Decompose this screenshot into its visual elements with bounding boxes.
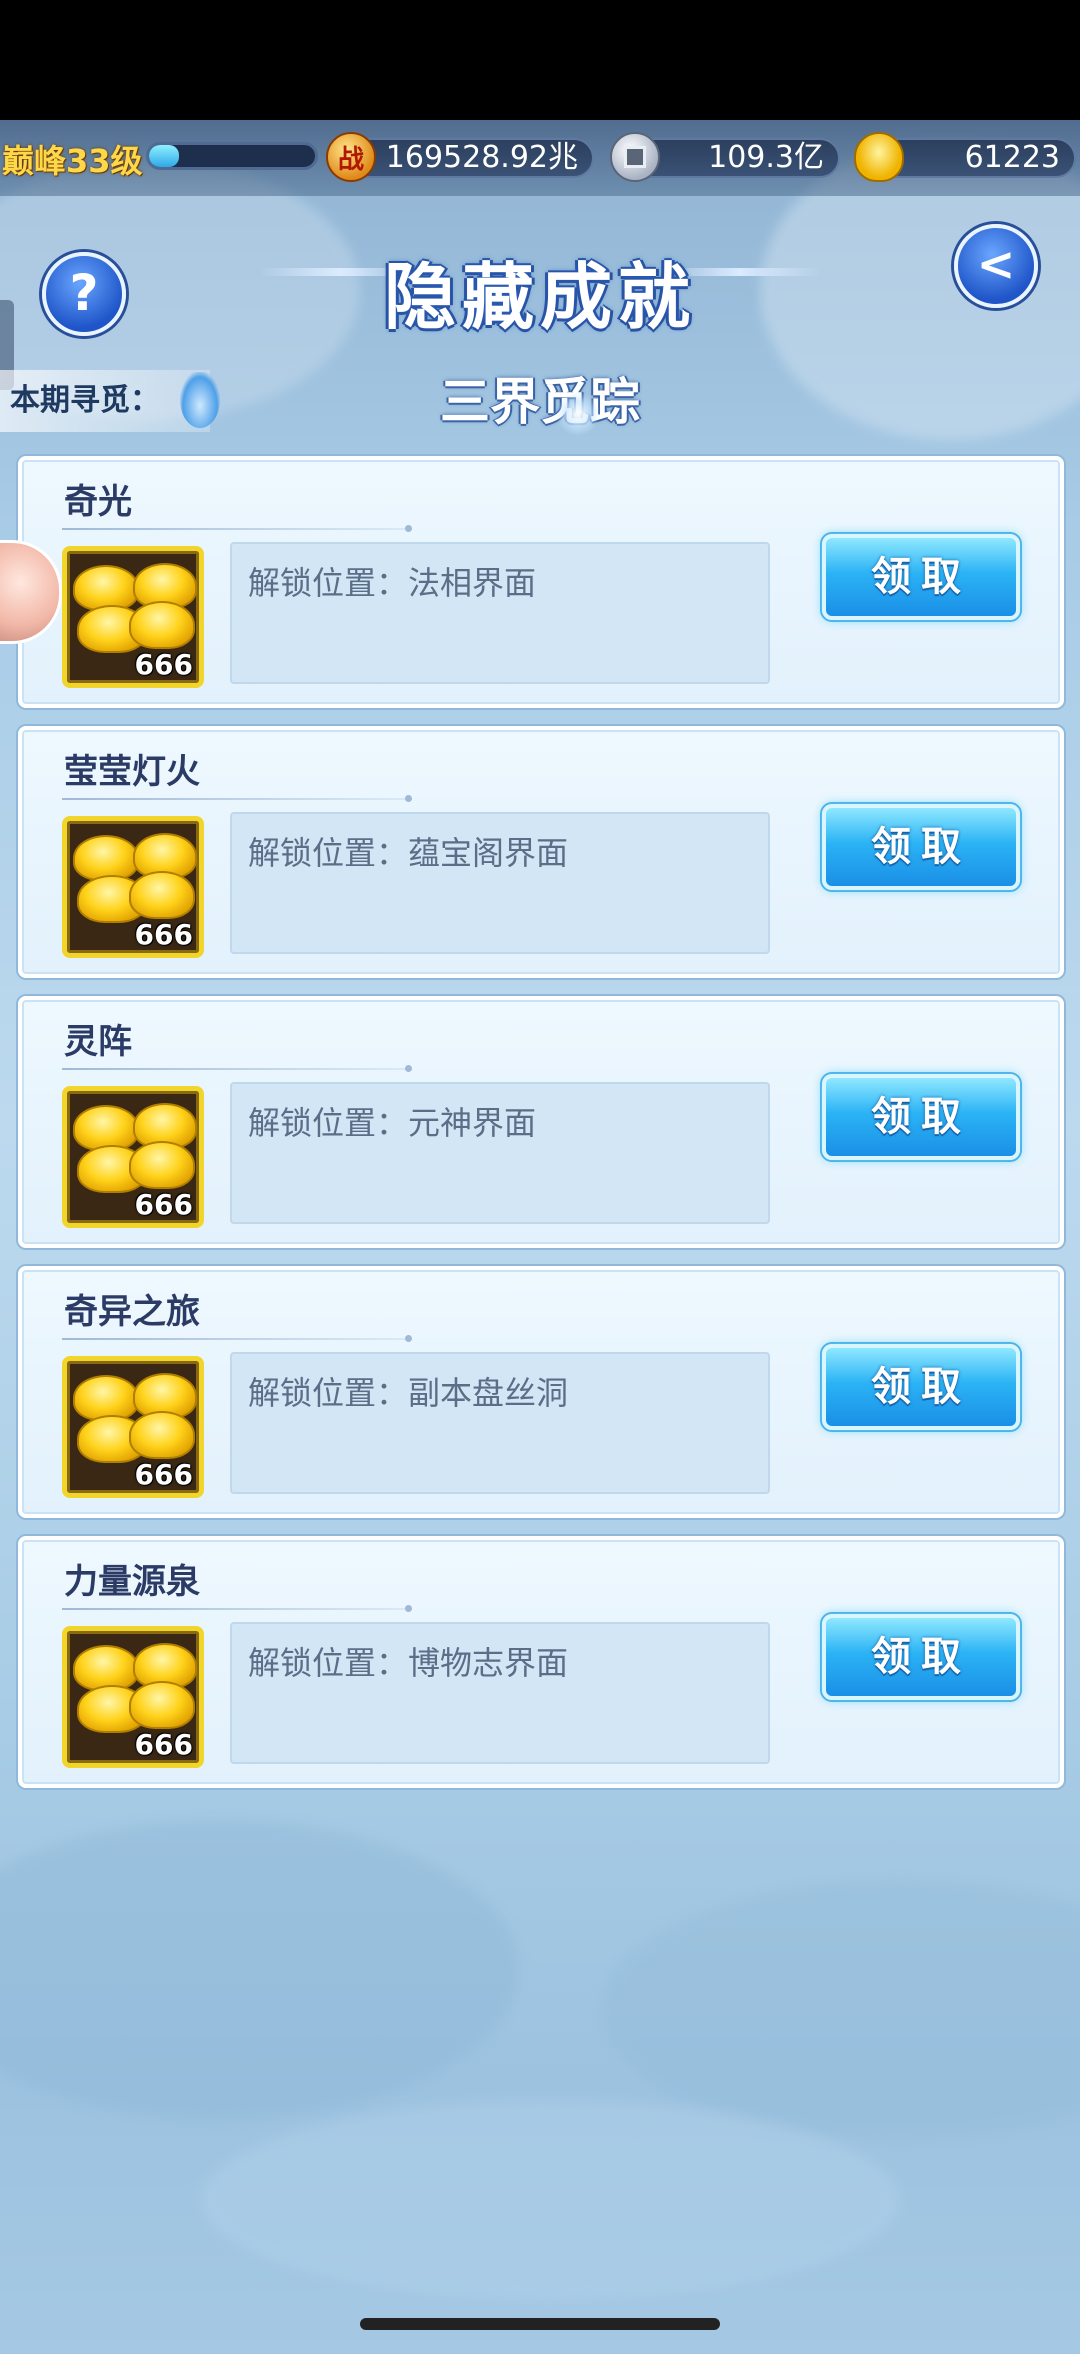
title-divider (62, 1065, 412, 1072)
ingot-shape (73, 1645, 139, 1691)
achievement-title: 奇光 (64, 482, 132, 522)
ingot-shape (129, 1681, 195, 1729)
gold-ingot-reward-icon[interactable]: 666 (62, 1356, 204, 1498)
experience-fill (149, 145, 179, 167)
silver-value: 109.3亿 (708, 140, 824, 175)
glow-sparkle (556, 392, 600, 436)
claim-button[interactable]: 领取 (822, 534, 1020, 620)
period-name: 三界觅踪 (440, 373, 640, 431)
title-divider (62, 525, 412, 532)
gold-ingot-reward-icon[interactable]: 666 (62, 1626, 204, 1768)
unlock-location: 解锁位置：蕴宝阁界面 (230, 812, 770, 954)
ingot-shape (129, 601, 195, 649)
reward-count: 666 (134, 648, 193, 681)
unlock-location: 解锁位置：元神界面 (230, 1082, 770, 1224)
claim-button[interactable]: 领取 (822, 1344, 1020, 1430)
battle-power-icon: 战 (326, 132, 376, 182)
achievement-title: 莹莹灯火 (64, 752, 200, 792)
battle-power-value: 169528.92兆 (385, 140, 578, 175)
ingot-shape (73, 1105, 139, 1151)
achievement-title: 力量源泉 (64, 1562, 200, 1602)
home-indicator[interactable] (360, 2318, 720, 2330)
back-arrow-icon: < (976, 237, 1016, 291)
unlock-location: 解锁位置：法相界面 (230, 542, 770, 684)
unlock-location: 解锁位置：副本盘丝洞 (230, 1352, 770, 1494)
gold-ingot-reward-icon[interactable]: 666 (62, 816, 204, 958)
ingot-shape (129, 1141, 195, 1189)
reward-count: 666 (134, 1188, 193, 1221)
battle-icon-glyph: 战 (337, 144, 364, 175)
page-title: 隐藏成就 (383, 255, 696, 339)
gold-ingot-icon (854, 132, 904, 182)
achievement-card: 莹莹灯火 666 解锁位置：蕴宝阁界面 领取 (18, 726, 1064, 978)
back-button[interactable]: < (954, 224, 1038, 308)
ingot-shape (129, 1411, 195, 1459)
achievement-card: 力量源泉 666 解锁位置：博物志界面 领取 (18, 1536, 1064, 1788)
silver-coin-icon (610, 132, 660, 182)
ingot-shape (73, 835, 139, 881)
unlock-location: 解锁位置：博物志界面 (230, 1622, 770, 1764)
gold-ingot-reward-icon[interactable]: 666 (62, 1086, 204, 1228)
ingot-shape (129, 871, 195, 919)
reward-count: 666 (134, 1458, 193, 1491)
achievement-card: 奇异之旅 666 解锁位置：副本盘丝洞 领取 (18, 1266, 1064, 1518)
claim-button[interactable]: 领取 (822, 804, 1020, 890)
claim-button[interactable]: 领取 (822, 1074, 1020, 1160)
achievement-card: 灵阵 666 解锁位置：元神界面 领取 (18, 996, 1064, 1248)
claim-button[interactable]: 领取 (822, 1614, 1020, 1700)
gold-ingot-reward-icon[interactable]: 666 (62, 546, 204, 688)
gold-value: 61223 (964, 140, 1060, 175)
title-divider (62, 1605, 412, 1612)
achievement-title: 奇异之旅 (64, 1292, 200, 1332)
reward-count: 666 (134, 918, 193, 951)
achievement-title: 灵阵 (64, 1022, 132, 1062)
title-divider (62, 795, 412, 802)
title-divider (62, 1335, 412, 1342)
system-status-bar (0, 0, 1080, 120)
ingot-shape (73, 1375, 139, 1421)
ingot-shape (73, 565, 139, 611)
battle-power-pill: 169528.92兆 (346, 138, 594, 178)
experience-bar (146, 142, 318, 170)
achievement-card: 奇光 666 解锁位置：法相界面 领取 (18, 456, 1064, 708)
reward-count: 666 (134, 1728, 193, 1761)
peak-level-label: 巅峰33级 (2, 142, 143, 180)
